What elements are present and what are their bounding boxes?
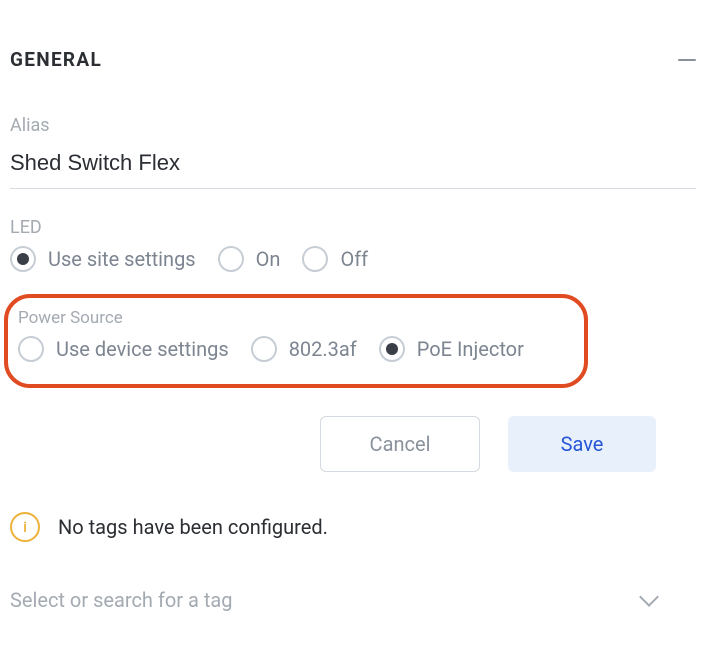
alias-input[interactable] bbox=[10, 144, 696, 189]
power-option-poe-injector[interactable]: PoE Injector bbox=[379, 336, 534, 362]
power-option-8023af[interactable]: 802.3af bbox=[251, 336, 367, 362]
info-icon: i bbox=[10, 512, 40, 542]
led-radio-group: Use site settings On Off bbox=[10, 246, 696, 272]
tag-select-placeholder: Select or search for a tag bbox=[10, 588, 233, 612]
led-option-off[interactable]: Off bbox=[302, 246, 378, 272]
power-option-label: PoE Injector bbox=[417, 337, 524, 361]
led-option-label: Use site settings bbox=[48, 247, 196, 271]
radio-icon bbox=[302, 246, 328, 272]
radio-icon bbox=[218, 246, 244, 272]
section-title: GENERAL bbox=[10, 48, 102, 71]
save-button[interactable]: Save bbox=[508, 416, 656, 472]
chevron-down-icon bbox=[639, 587, 659, 607]
power-option-label: Use device settings bbox=[56, 337, 229, 361]
section-header[interactable]: GENERAL bbox=[10, 0, 696, 87]
led-label: LED bbox=[10, 217, 696, 238]
tags-notice-text: No tags have been configured. bbox=[58, 515, 328, 539]
led-option-label: Off bbox=[340, 247, 368, 271]
radio-icon bbox=[379, 336, 405, 362]
radio-icon bbox=[18, 336, 44, 362]
tags-notice: i No tags have been configured. bbox=[10, 512, 696, 542]
power-source-radio-group: Use device settings 802.3af PoE Injector bbox=[18, 336, 574, 362]
led-option-label: On bbox=[256, 247, 281, 271]
radio-icon bbox=[10, 246, 36, 272]
power-option-label: 802.3af bbox=[289, 337, 357, 361]
cancel-button[interactable]: Cancel bbox=[320, 416, 480, 472]
power-source-label: Power Source bbox=[18, 308, 574, 328]
power-source-highlight: Power Source Use device settings 802.3af… bbox=[4, 294, 588, 388]
led-option-use-site-settings[interactable]: Use site settings bbox=[10, 246, 206, 272]
tag-select[interactable]: Select or search for a tag bbox=[10, 588, 696, 612]
cancel-button-label: Cancel bbox=[370, 432, 431, 456]
button-row: Cancel Save bbox=[10, 416, 696, 472]
alias-label: Alias bbox=[10, 115, 696, 136]
power-option-use-device-settings[interactable]: Use device settings bbox=[18, 336, 239, 362]
save-button-label: Save bbox=[561, 432, 604, 456]
led-option-on[interactable]: On bbox=[218, 246, 291, 272]
radio-icon bbox=[251, 336, 277, 362]
collapse-icon[interactable] bbox=[678, 59, 696, 61]
